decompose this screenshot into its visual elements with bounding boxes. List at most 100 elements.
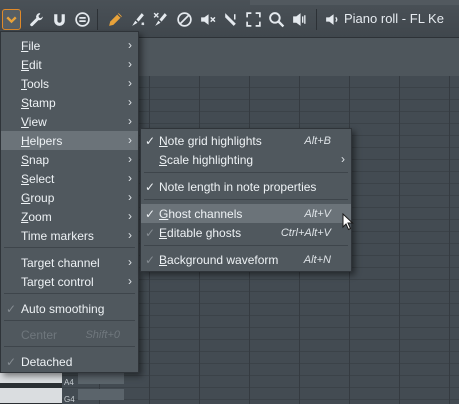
grid-row-band: [78, 373, 124, 384]
menu-item-label: elpers: [29, 133, 63, 148]
menu-item-label: Detached: [21, 354, 73, 369]
menu-item-zoom[interactable]: Zoom ›: [1, 207, 138, 226]
menu-item-label: nap: [29, 152, 50, 167]
menu-item-label-mnemonic: H: [21, 133, 30, 148]
snap-circle-icon: [75, 12, 90, 27]
menu-item-label: elect: [29, 171, 55, 186]
menu-item-label: Center: [21, 327, 58, 342]
menu-item-label: ditable ghosts: [167, 225, 242, 240]
menu-item-note-length-in-note-properties[interactable]: ✓ Note length in note properties: [141, 177, 351, 196]
speaker-mute-button[interactable]: [198, 9, 217, 30]
menu-item-label: ile: [28, 38, 41, 53]
delete-button[interactable]: [151, 9, 170, 30]
checkmark-icon: ✓: [144, 225, 156, 240]
menu-item-background-waveform[interactable]: ✓ Background waveform Alt+N: [141, 250, 351, 269]
chevron-right-icon: ›: [128, 274, 132, 288]
magnet-button[interactable]: [50, 9, 69, 30]
zoom-button[interactable]: [267, 9, 286, 30]
menu-item-label-mnemonic: E: [21, 57, 30, 72]
menu-item-note-grid-highlights[interactable]: ✓ Note grid highlights Alt+B: [141, 131, 351, 150]
draw-button[interactable]: [106, 9, 125, 30]
chevron-right-icon: ›: [128, 171, 132, 185]
chevron-right-icon: ›: [128, 95, 132, 109]
menu-item-shortcut: Shift+0: [85, 328, 120, 341]
menu-item-label: iew: [28, 114, 47, 129]
window-title: Piano roll - FL Ke: [344, 11, 444, 26]
toolbar-separator: [97, 9, 98, 30]
chevron-right-icon: ›: [128, 133, 132, 147]
menu-item-label: Note length in note properties: [159, 179, 317, 194]
slice-icon: [225, 13, 236, 26]
chevron-right-icon: ›: [128, 57, 132, 71]
chevron-down-icon: [6, 16, 17, 24]
menu-item-stamp[interactable]: Stamp ›: [1, 93, 138, 112]
select-icon: [246, 12, 261, 27]
menu-item-ghost-channels[interactable]: ✓ Ghost channels Alt+V: [141, 204, 351, 223]
menu-item-target-control[interactable]: Target control ›: [1, 272, 138, 291]
menu-item-shortcut: Alt+N: [303, 253, 331, 266]
menu-item-label-mnemonic: S: [21, 95, 30, 110]
menu-item-label: roup: [30, 190, 55, 205]
menu-item-helpers[interactable]: Helpers ›: [1, 131, 138, 150]
menu-item-label: oom: [28, 209, 52, 224]
chevron-right-icon: ›: [128, 209, 132, 223]
menu-item-shortcut: Alt+B: [304, 134, 331, 147]
menu-item-snap[interactable]: Snap ›: [1, 150, 138, 169]
key-label-a4: A4: [64, 378, 74, 387]
mute-circle-icon: [177, 12, 192, 27]
speaker-mute-icon: [201, 14, 216, 25]
paint-brush-icon: [132, 13, 145, 26]
menu-item-label: Auto smoothing: [21, 301, 105, 316]
paint-button[interactable]: [128, 9, 147, 30]
snap-button[interactable]: [73, 9, 92, 30]
menu-dropdown-button[interactable]: [2, 9, 21, 30]
speaker-icon: [326, 14, 338, 25]
pencil-icon: [109, 13, 122, 26]
menu-item-tools[interactable]: Tools ›: [1, 74, 138, 93]
menu-item-file[interactable]: File ›: [1, 36, 138, 55]
menu-separator: [4, 346, 135, 347]
menu-item-label: dit: [29, 57, 42, 72]
menu-item-label-mnemonic: E: [159, 225, 168, 240]
menu-item-label: ackground waveform: [167, 252, 279, 267]
menu-item-label-mnemonic: G: [159, 206, 169, 221]
playback-button[interactable]: [290, 9, 309, 30]
chevron-right-icon: ›: [128, 255, 132, 269]
menu-item-label: tamp: [29, 95, 56, 110]
menu-item-label-mnemonic: N: [159, 133, 168, 148]
key-label-g4: G4: [64, 395, 75, 404]
grid-row-band: [78, 389, 124, 400]
chevron-right-icon: ›: [128, 190, 132, 204]
mute-button[interactable]: [175, 9, 194, 30]
speaker-button[interactable]: [323, 9, 342, 30]
menu-separator: [144, 172, 348, 173]
menu-item-detached[interactable]: ✓ Detached: [1, 352, 138, 371]
menu-separator: [4, 247, 135, 248]
menu-separator: [4, 293, 135, 294]
menu-item-label: ote grid highlights: [167, 133, 262, 148]
menu-item-target-channel[interactable]: Target channel ›: [1, 253, 138, 272]
slice-button[interactable]: [221, 9, 240, 30]
checkmark-icon: ✓: [144, 206, 156, 221]
wrench-button[interactable]: [27, 9, 46, 30]
select-button[interactable]: [244, 9, 263, 30]
chevron-right-icon: ›: [128, 152, 132, 166]
menu-item-select[interactable]: Select ›: [1, 169, 138, 188]
menu-item-edit[interactable]: Edit ›: [1, 55, 138, 74]
checkmark-icon: ✓: [5, 301, 17, 316]
menu-item-time-markers[interactable]: Time markers ›: [1, 226, 138, 245]
menu-item-group[interactable]: Group ›: [1, 188, 138, 207]
menu-item-editable-ghosts[interactable]: ✓ Editable ghosts Ctrl+Alt+V: [141, 223, 351, 242]
checkmark-icon: ✓: [144, 252, 156, 267]
menu-item-auto-smoothing[interactable]: ✓ Auto smoothing: [1, 299, 138, 318]
menu-item-label-mnemonic: S: [159, 152, 168, 167]
menu-item-scale-highlighting[interactable]: Scale highlighting ›: [141, 150, 351, 169]
menu-separator: [144, 245, 348, 246]
menu-separator: [4, 320, 135, 321]
menu-item-view[interactable]: View ›: [1, 112, 138, 131]
menu-item-shortcut: Alt+V: [304, 207, 331, 220]
menu-item-label: Target channel: [21, 255, 100, 270]
helpers-submenu: ✓ Note grid highlights Alt+B Scale highl…: [140, 128, 352, 272]
magnet-icon: [54, 14, 65, 26]
chevron-right-icon: ›: [341, 152, 345, 166]
